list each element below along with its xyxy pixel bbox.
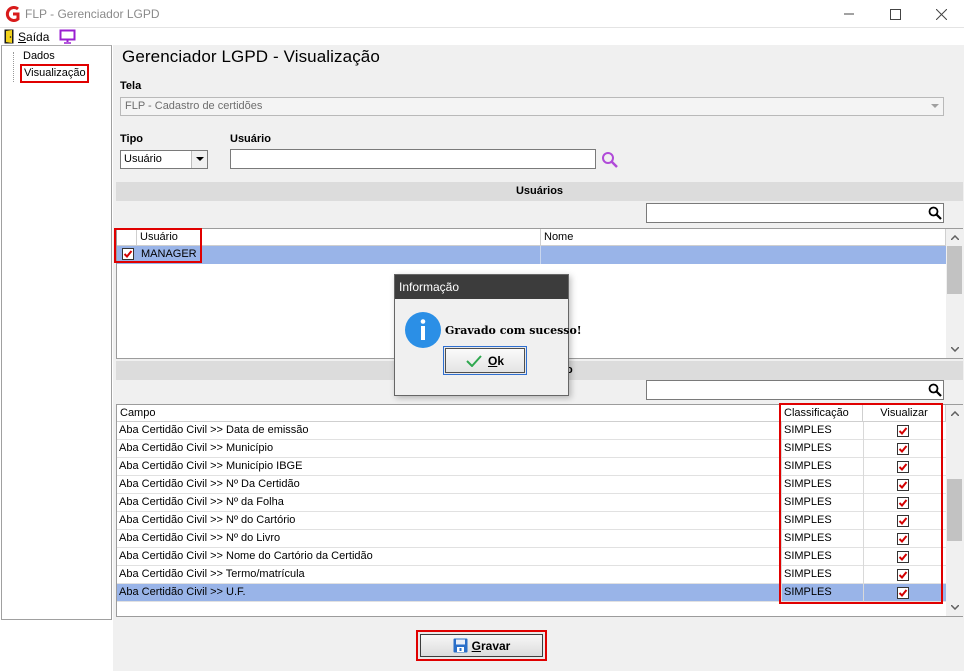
ok-button[interactable]: Ok bbox=[443, 346, 527, 375]
chevron-down-icon bbox=[931, 104, 939, 108]
page-title: Gerenciador LGPD - Visualização bbox=[122, 47, 380, 66]
usuario-input[interactable] bbox=[230, 149, 596, 169]
usuario-label: Usuário bbox=[230, 133, 271, 145]
tree-connector bbox=[13, 52, 14, 82]
tela-label: Tela bbox=[120, 80, 142, 92]
info-icon bbox=[405, 312, 441, 348]
users-filter-input[interactable] bbox=[646, 203, 944, 223]
cell-campo: Aba Certidão Civil >> Município bbox=[119, 442, 274, 454]
cell-campo: Aba Certidão Civil >> Nome do Cartório d… bbox=[119, 550, 373, 562]
window-title: FLP - Gerenciador LGPD bbox=[25, 7, 160, 21]
column-divider bbox=[540, 246, 541, 264]
chevron-down-icon bbox=[950, 347, 959, 352]
scroll-thumb[interactable] bbox=[947, 246, 962, 294]
exit-door-icon[interactable] bbox=[4, 29, 14, 44]
scroll-down-button[interactable] bbox=[946, 599, 963, 616]
navigation-tree bbox=[1, 45, 112, 620]
users-header-nome[interactable]: Nome bbox=[541, 229, 946, 246]
scroll-up-button[interactable] bbox=[946, 405, 963, 422]
ok-label: k bbox=[497, 353, 505, 368]
cell-campo: Aba Certidão Civil >> Nº do Cartório bbox=[119, 514, 296, 526]
ok-mnemonic: O bbox=[487, 353, 498, 368]
fields-scrollbar[interactable] bbox=[946, 405, 963, 616]
scroll-thumb[interactable] bbox=[947, 479, 962, 541]
gravar-mnemonic: G bbox=[471, 638, 481, 653]
cell-campo: Aba Certidão Civil >> Data de emissão bbox=[119, 424, 309, 436]
close-button[interactable] bbox=[918, 0, 964, 28]
monitor-icon[interactable] bbox=[59, 29, 76, 44]
fields-highlight-frame bbox=[779, 403, 943, 604]
cell-campo: Aba Certidão Civil >> Termo/matrícula bbox=[119, 568, 305, 580]
chevron-down-icon bbox=[195, 157, 204, 161]
cell-campo: Aba Certidão Civil >> Município IBGE bbox=[119, 460, 303, 472]
gravar-label: ravar bbox=[480, 638, 511, 653]
tipo-dropdown-button[interactable] bbox=[191, 151, 207, 168]
cell-campo: Aba Certidão Civil >> Nº do Livro bbox=[119, 532, 281, 544]
tela-dropdown-button[interactable] bbox=[927, 98, 943, 115]
scroll-down-button[interactable] bbox=[946, 341, 963, 358]
dialog-title: Informação bbox=[395, 275, 568, 299]
fields-filter-input[interactable] bbox=[646, 380, 944, 400]
chevron-up-icon bbox=[950, 235, 959, 240]
app-logo-icon bbox=[5, 6, 20, 22]
maximize-icon bbox=[889, 8, 901, 20]
save-disk-icon bbox=[453, 638, 468, 653]
ok-button-face: Ok bbox=[445, 348, 525, 373]
tree-item-dados[interactable]: Dados bbox=[23, 50, 55, 62]
menu-saida[interactable]: Saída bbox=[18, 30, 49, 44]
fields-header-campo[interactable]: Campo bbox=[117, 405, 781, 422]
cell-campo: Aba Certidão Civil >> U.F. bbox=[119, 586, 246, 598]
tipo-label: Tipo bbox=[120, 133, 144, 145]
info-dialog: Informação Gravado com sucesso! Ok bbox=[394, 274, 582, 396]
users-highlight-frame bbox=[114, 228, 202, 263]
gravar-button-face: Gravar bbox=[420, 634, 543, 657]
cell-campo: Aba Certidão Civil >> Nº Da Certidão bbox=[119, 478, 300, 490]
cell-campo: Aba Certidão Civil >> Nº da Folha bbox=[119, 496, 284, 508]
search-icon[interactable] bbox=[928, 383, 942, 397]
minimize-icon bbox=[844, 13, 854, 15]
tree-item-visualizacao[interactable]: Visualização bbox=[20, 64, 89, 83]
chevron-up-icon bbox=[950, 411, 959, 416]
search-icon[interactable] bbox=[928, 206, 942, 220]
search-icon[interactable] bbox=[601, 151, 619, 169]
minimize-button[interactable] bbox=[826, 0, 872, 28]
close-icon bbox=[935, 8, 947, 20]
gravar-button[interactable]: Gravar bbox=[416, 630, 547, 661]
chevron-down-icon bbox=[950, 605, 959, 610]
tela-select[interactable]: FLP - Cadastro de certidões bbox=[120, 97, 944, 116]
scroll-up-button[interactable] bbox=[946, 229, 963, 246]
users-scrollbar[interactable] bbox=[946, 229, 963, 358]
users-section-header: Usuários bbox=[116, 182, 963, 201]
maximize-button[interactable] bbox=[872, 0, 918, 28]
table-row[interactable]: MANAGER bbox=[117, 246, 946, 264]
dialog-message: Gravado com sucesso! bbox=[445, 324, 582, 337]
menu-saida-label: aída bbox=[26, 30, 50, 44]
menu-bar bbox=[0, 28, 964, 45]
checkmark-icon bbox=[466, 354, 482, 367]
